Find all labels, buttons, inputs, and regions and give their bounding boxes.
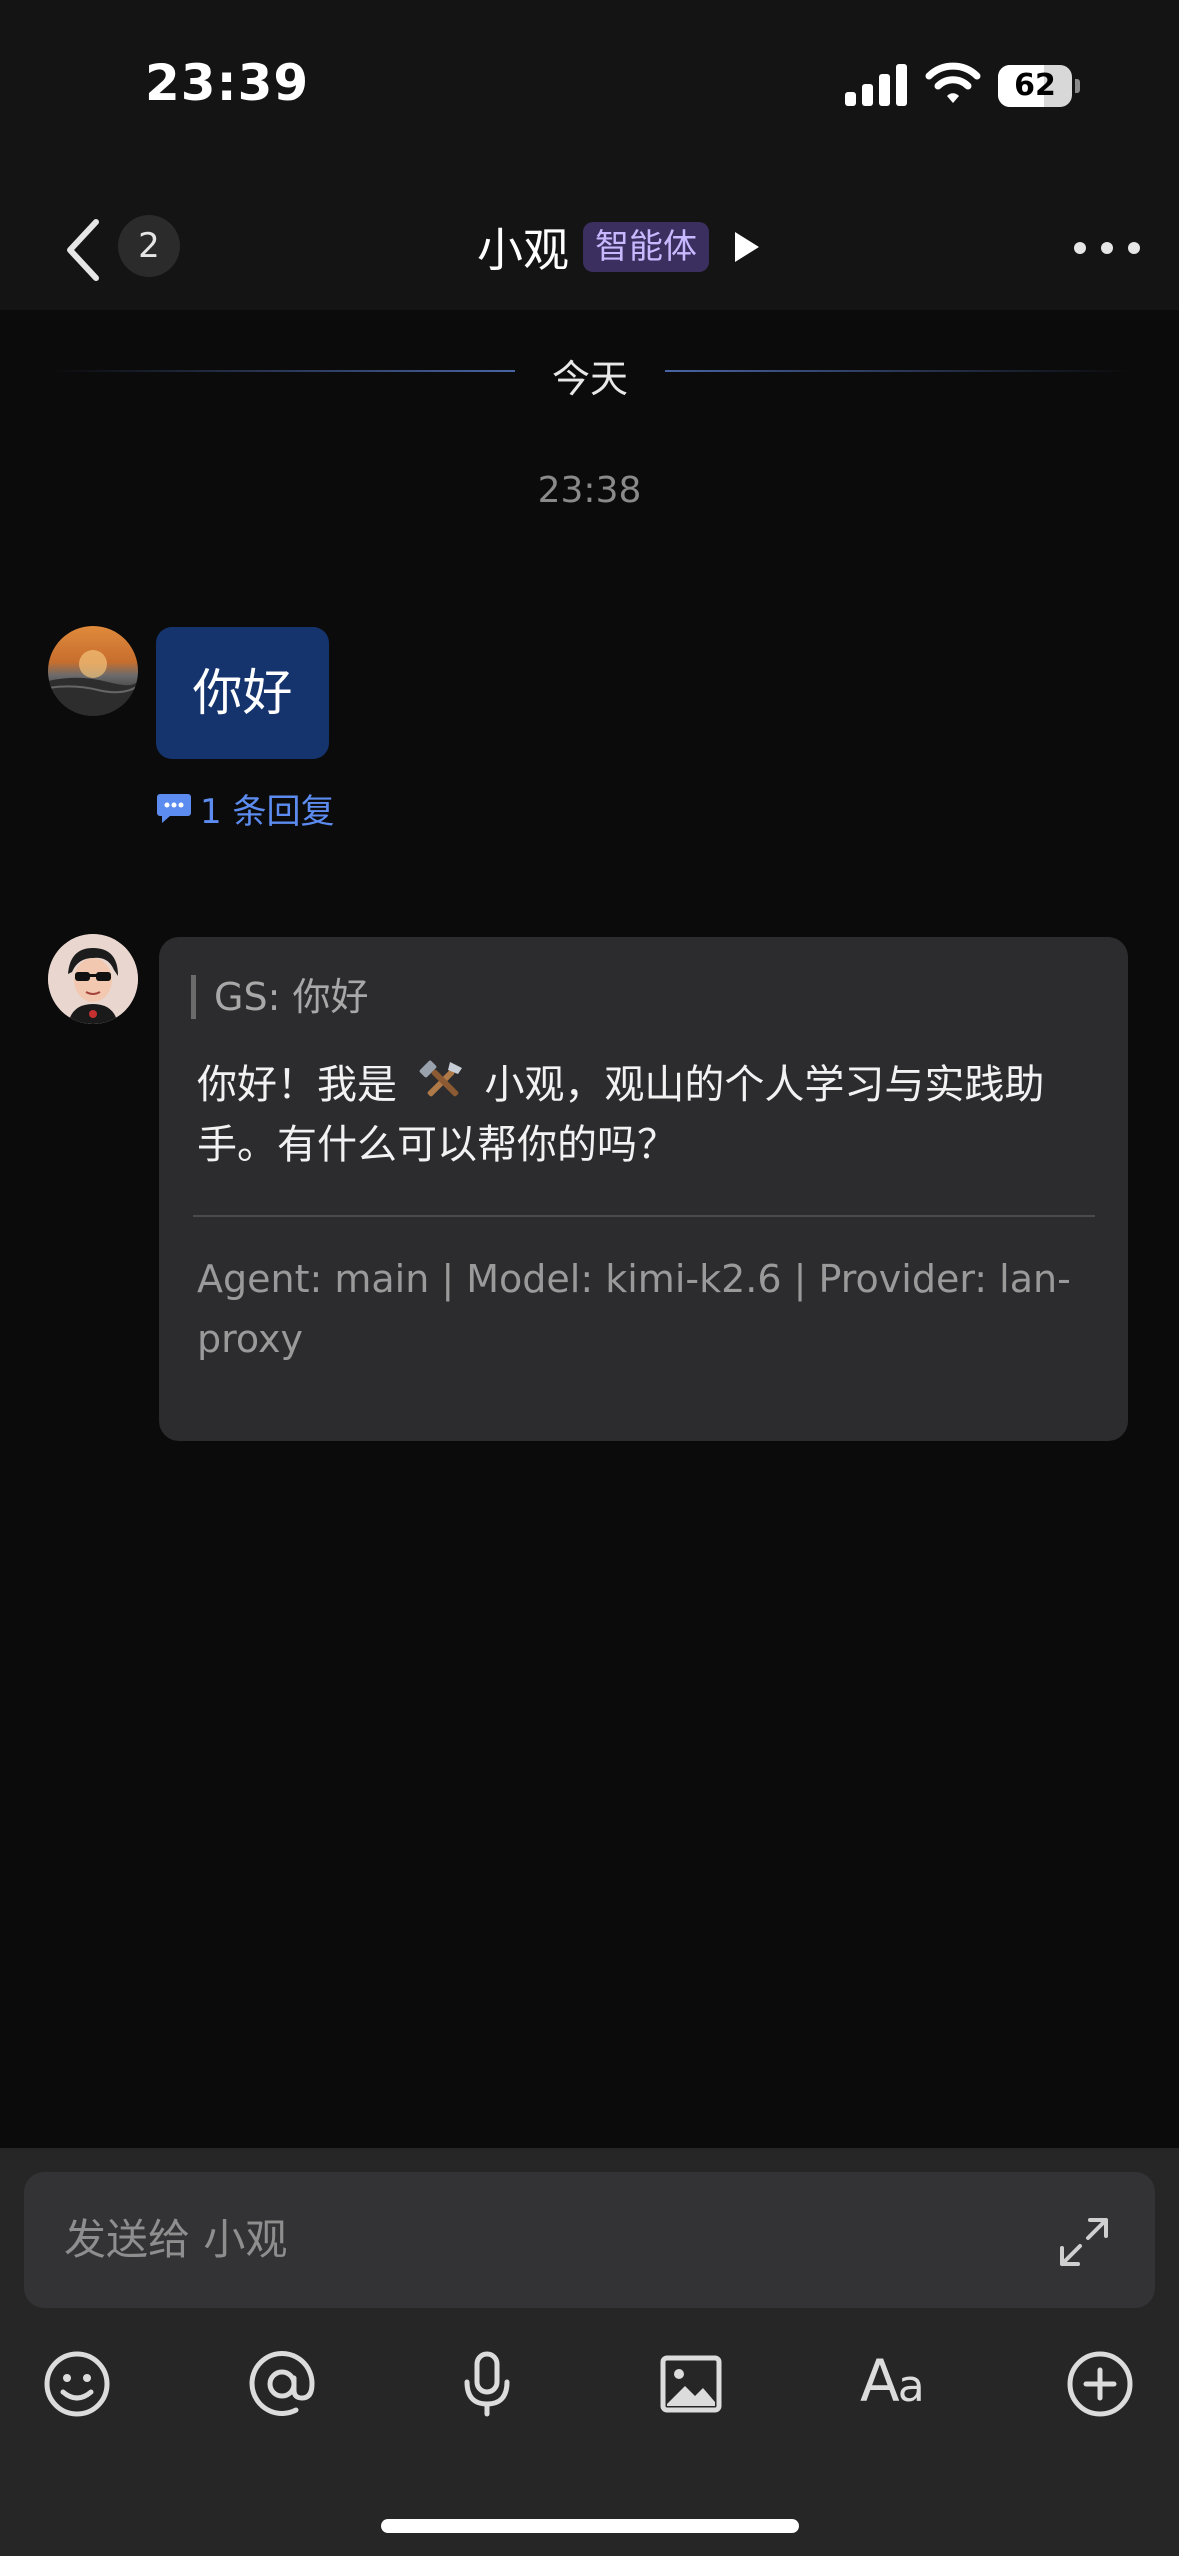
chat-title[interactable]: 小观 — [477, 214, 569, 280]
input-placeholder: 发送给 小观 — [64, 2215, 288, 2264]
card-divider — [193, 1215, 1095, 1217]
divider-line-right — [665, 370, 1130, 372]
user-message-bubble[interactable]: 你好 — [156, 627, 329, 759]
bot-message-card[interactable]: GS: 你好 你好！我是 小观，观山的个人学习与实践助手。有什么可以帮你的吗？ … — [159, 937, 1128, 1441]
chat-title-group[interactable]: 小观 智能体 — [477, 212, 761, 282]
home-indicator — [381, 2519, 799, 2533]
status-bar: 23:39 62 — [0, 0, 1179, 160]
bot-text-part-1: 你好！我是 — [197, 1062, 397, 1108]
tools-icon — [419, 1060, 462, 1097]
composer-panel: 发送给 小观 — [0, 2148, 1179, 2556]
back-chevron-icon[interactable] — [62, 218, 102, 282]
reply-icon — [157, 794, 191, 823]
agent-meta-info: Agent: main | Model: kimi-k2.6 | Provide… — [197, 1257, 1071, 1361]
status-time: 23:39 — [145, 54, 310, 112]
text-format-label-small: a — [897, 2361, 925, 2412]
thread-reply-link[interactable]: 1 条回复 — [156, 785, 335, 832]
at-icon[interactable] — [246, 2348, 318, 2420]
agent-badge: 智能体 — [583, 222, 709, 272]
message-input[interactable]: 发送给 小观 — [24, 2172, 1155, 2308]
emoji-icon[interactable] — [41, 2348, 113, 2420]
text-format-label-big: A — [860, 2347, 900, 2415]
date-divider: 今天 — [50, 340, 1130, 401]
signal-icon — [845, 64, 907, 106]
chat-screen: 23:39 62 2 小观 智能体 今天 23:38 你好 1 条回复 GS: … — [0, 0, 1179, 2556]
image-icon[interactable] — [655, 2348, 727, 2420]
reply-count-label: 1 条回复 — [200, 791, 335, 832]
unread-count-badge[interactable]: 2 — [118, 215, 180, 277]
battery-percent: 62 — [1014, 68, 1056, 103]
message-timestamp: 23:38 — [537, 470, 642, 511]
text-format-icon[interactable]: Aa — [860, 2345, 940, 2417]
wifi-icon — [925, 62, 981, 103]
user-message-text: 你好 — [192, 664, 293, 722]
user-avatar[interactable] — [48, 626, 138, 716]
chat-header: 2 小观 智能体 — [0, 160, 1179, 310]
expand-icon[interactable] — [1054, 2212, 1114, 2272]
quoted-message[interactable]: GS: 你好 — [191, 975, 368, 1019]
microphone-icon[interactable] — [451, 2348, 523, 2420]
bot-message-text: 你好！我是 小观，观山的个人学习与实践助手。有什么可以帮你的吗？ — [197, 1055, 1097, 1175]
play-icon[interactable] — [731, 230, 761, 264]
more-icon[interactable] — [1072, 238, 1142, 258]
date-label: 今天 — [551, 357, 628, 401]
bot-avatar[interactable] — [48, 934, 138, 1024]
plus-icon[interactable] — [1064, 2348, 1136, 2420]
battery-icon: 62 — [998, 65, 1080, 107]
